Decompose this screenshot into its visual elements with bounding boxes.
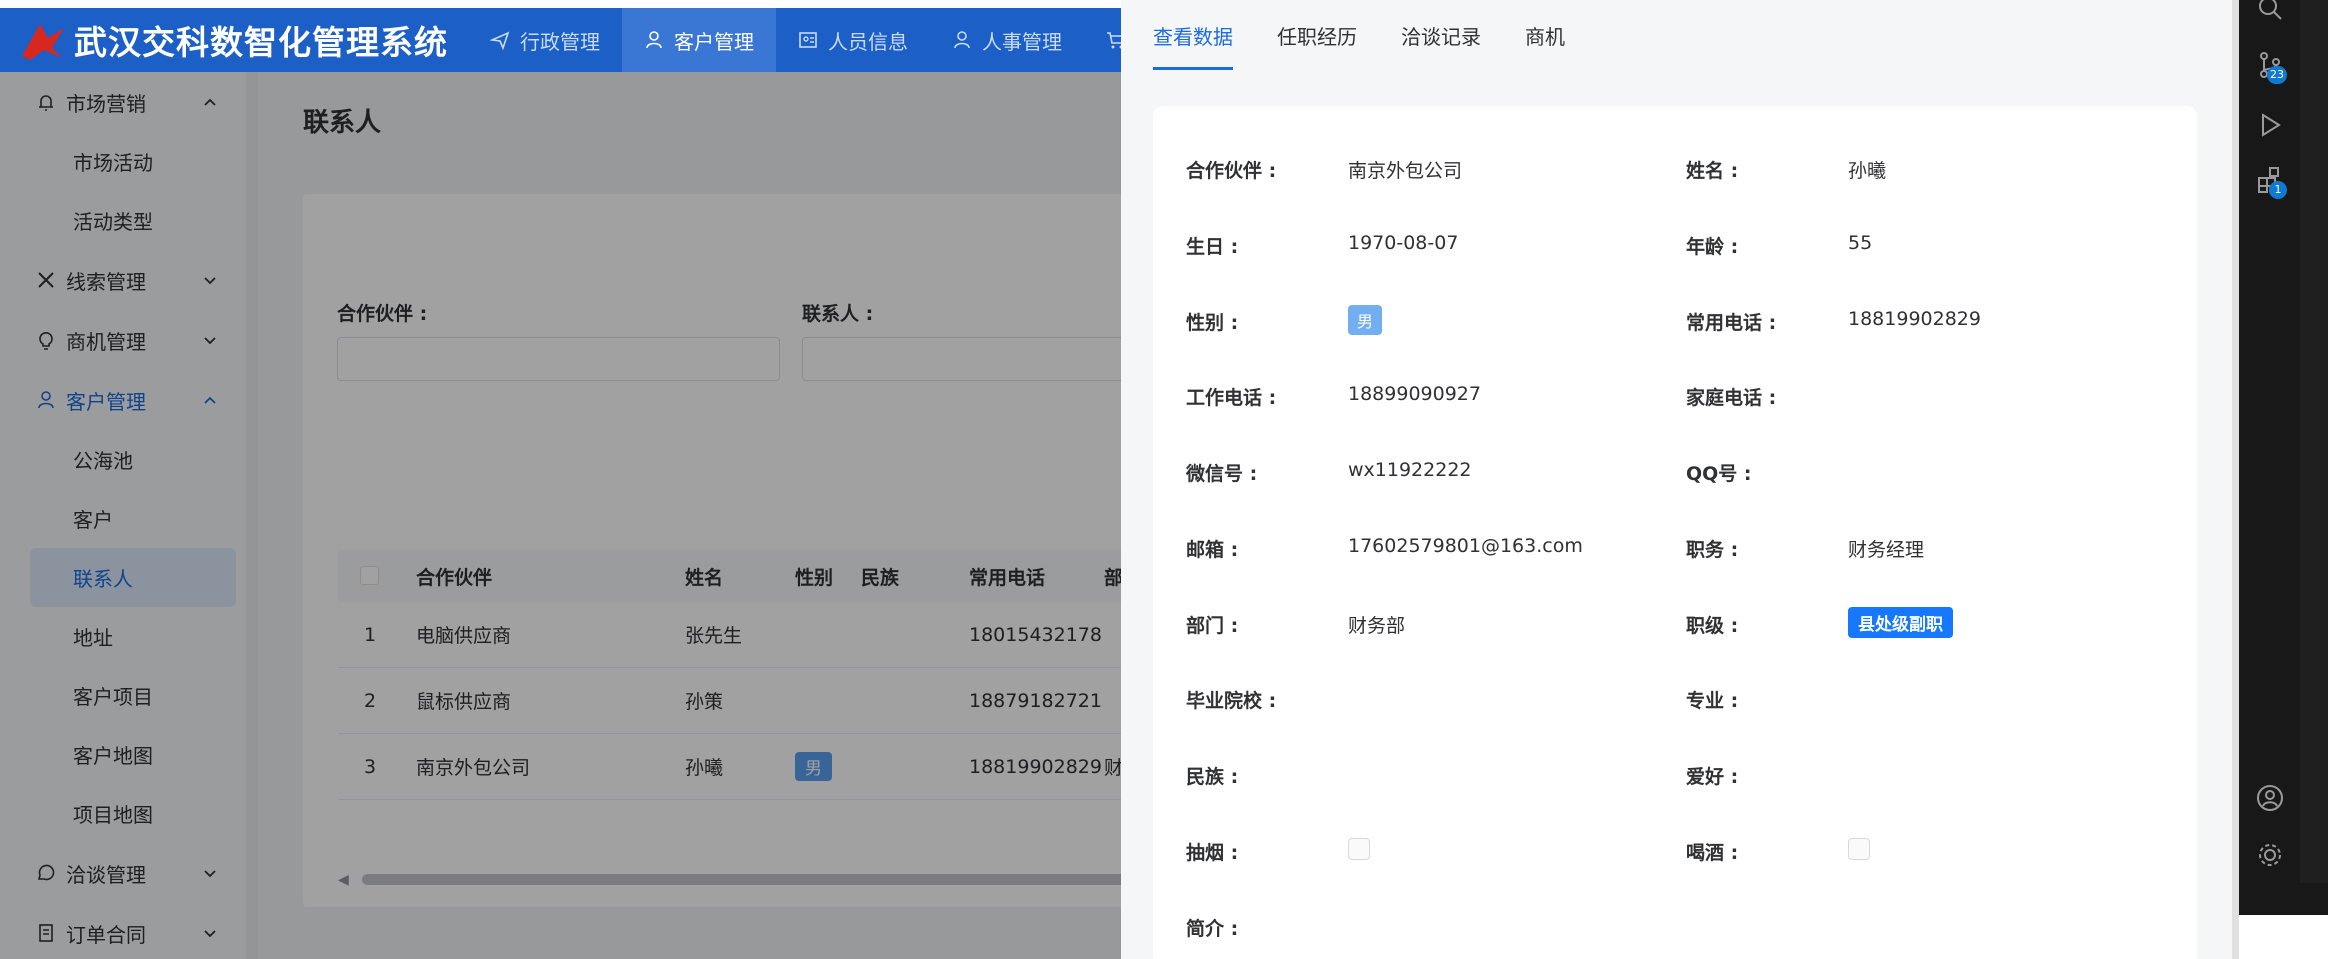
top-bar: 武汉交科数智化管理系统 行政管理 客户管理 人员信息 人事管理 采 [0, 8, 1156, 72]
field-label: 合作伙伴 : [1186, 160, 1277, 182]
nav-label: 人员信息 [828, 29, 908, 54]
top-nav: 行政管理 客户管理 人员信息 人事管理 采 [468, 8, 1178, 72]
field-label: 职级 : [1686, 615, 1739, 637]
send-icon [490, 31, 510, 50]
user-icon [646, 31, 662, 49]
field-value-email: 17602579801@163.com [1348, 535, 1583, 557]
nav-item-staff[interactable]: 人员信息 [776, 8, 930, 72]
field-label: 专业 : [1686, 690, 1739, 712]
field-value-birthday: 1970-08-07 [1348, 232, 1459, 254]
smoke-checkbox[interactable] [1348, 838, 1370, 860]
field-value-partner: 南京外包公司 [1348, 160, 1463, 182]
gear-icon[interactable] [2255, 840, 2285, 870]
corner-fill [2239, 915, 2328, 959]
gender-tag: 男 [1348, 305, 1383, 335]
detail-row: 合作伙伴 : 南京外包公司 姓名 : 孙曦 [1186, 148, 2186, 188]
window-top-strip [0, 0, 1125, 8]
detail-card: 合作伙伴 : 南京外包公司 姓名 : 孙曦 生日 : 1970-08-07 年龄… [1153, 106, 2197, 959]
field-value-work-phone: 18899090927 [1348, 383, 1481, 405]
field-label: 微信号 : [1186, 463, 1258, 485]
field-label: 生日 : [1186, 236, 1239, 258]
detail-row: 民族 : 爱好 : [1186, 754, 2186, 794]
account-icon[interactable] [2255, 783, 2285, 813]
detail-row: 简介 : [1186, 906, 2186, 946]
tab-opportunity[interactable]: 商机 [1525, 0, 1565, 70]
field-value-mobile: 18819902829 [1848, 308, 1981, 330]
drawer-scrollbar[interactable] [2232, 0, 2239, 959]
field-label: QQ号 : [1686, 463, 1752, 485]
field-label: 职务 : [1686, 539, 1739, 561]
idcard-icon [799, 32, 817, 48]
tab-view-data[interactable]: 查看数据 [1153, 0, 1233, 70]
run-debug-icon[interactable] [2255, 110, 2285, 140]
tab-work-history[interactable]: 任职经历 [1277, 0, 1357, 70]
nav-label: 客户管理 [674, 29, 754, 54]
field-label: 民族 : [1186, 766, 1239, 788]
drawer-tabs: 查看数据 任职经历 洽谈记录 商机 [1153, 0, 1565, 70]
nav-item-hr[interactable]: 人事管理 [930, 8, 1084, 72]
app-title: 武汉交科数智化管理系统 [74, 23, 448, 62]
detail-row: 生日 : 1970-08-07 年龄 : 55 [1186, 224, 2186, 264]
field-label: 常用电话 : [1686, 312, 1777, 334]
field-label: 年龄 : [1686, 236, 1739, 258]
nav-item-customer[interactable]: 客户管理 [622, 8, 776, 72]
side-panel [2300, 0, 2328, 915]
detail-row: 工作电话 : 18899090927 家庭电话 : [1186, 375, 2186, 415]
search-icon[interactable] [2255, 0, 2285, 24]
nav-label: 行政管理 [520, 29, 600, 54]
field-label: 工作电话 : [1186, 387, 1277, 409]
field-label: 简介 : [1186, 918, 1239, 940]
detail-row: 抽烟 : 喝酒 : [1186, 830, 2186, 870]
detail-row: 邮箱 : 17602579801@163.com 职务 : 财务经理 [1186, 527, 2186, 567]
field-label: 喝酒 : [1686, 842, 1739, 864]
field-value-position: 财务经理 [1848, 539, 1925, 561]
field-label: 抽烟 : [1186, 842, 1239, 864]
user-icon [954, 31, 970, 49]
detail-drawer: 查看数据 任职经历 洽谈记录 商机 合作伙伴 : 南京外包公司 姓名 : 孙曦 … [1121, 0, 2232, 959]
field-label: 姓名 : [1686, 160, 1739, 182]
detail-row: 毕业院校 : 专业 : [1186, 678, 2186, 718]
field-label: 爱好 : [1686, 766, 1739, 788]
detail-row: 部门 : 财务部 职级 : 县处级副职 [1186, 603, 2186, 643]
detail-row: 性别 : 男 常用电话 : 18819902829 [1186, 300, 2186, 340]
modal-overlay[interactable] [0, 72, 1125, 959]
field-value-name: 孙曦 [1848, 160, 1887, 182]
field-value-rank: 县处级副职 [1848, 607, 1953, 638]
activity-bar: 23 1 [2239, 0, 2300, 915]
scm-badge: 23 [2267, 66, 2287, 84]
tab-negotiation-records[interactable]: 洽谈记录 [1401, 0, 1481, 70]
field-value-department: 财务部 [1348, 615, 1406, 637]
field-label: 部门 : [1186, 615, 1239, 637]
detail-row: 微信号 : wx11922222 QQ号 : [1186, 451, 2186, 491]
rank-tag: 县处级副职 [1848, 607, 1953, 638]
field-label: 性别 : [1186, 312, 1239, 334]
logo-icon [18, 15, 68, 65]
nav-label: 人事管理 [982, 29, 1062, 54]
field-label: 邮箱 : [1186, 539, 1239, 561]
field-value-age: 55 [1848, 232, 1873, 254]
field-label: 家庭电话 : [1686, 387, 1777, 409]
status-bar [2239, 883, 2328, 915]
drink-checkbox[interactable] [1848, 838, 1870, 860]
extensions-badge: 1 [2269, 181, 2287, 199]
nav-item-admin[interactable]: 行政管理 [468, 8, 622, 72]
field-value-wechat: wx11922222 [1348, 459, 1472, 481]
field-value-gender: 男 [1348, 305, 1383, 335]
field-label: 毕业院校 : [1186, 690, 1277, 712]
